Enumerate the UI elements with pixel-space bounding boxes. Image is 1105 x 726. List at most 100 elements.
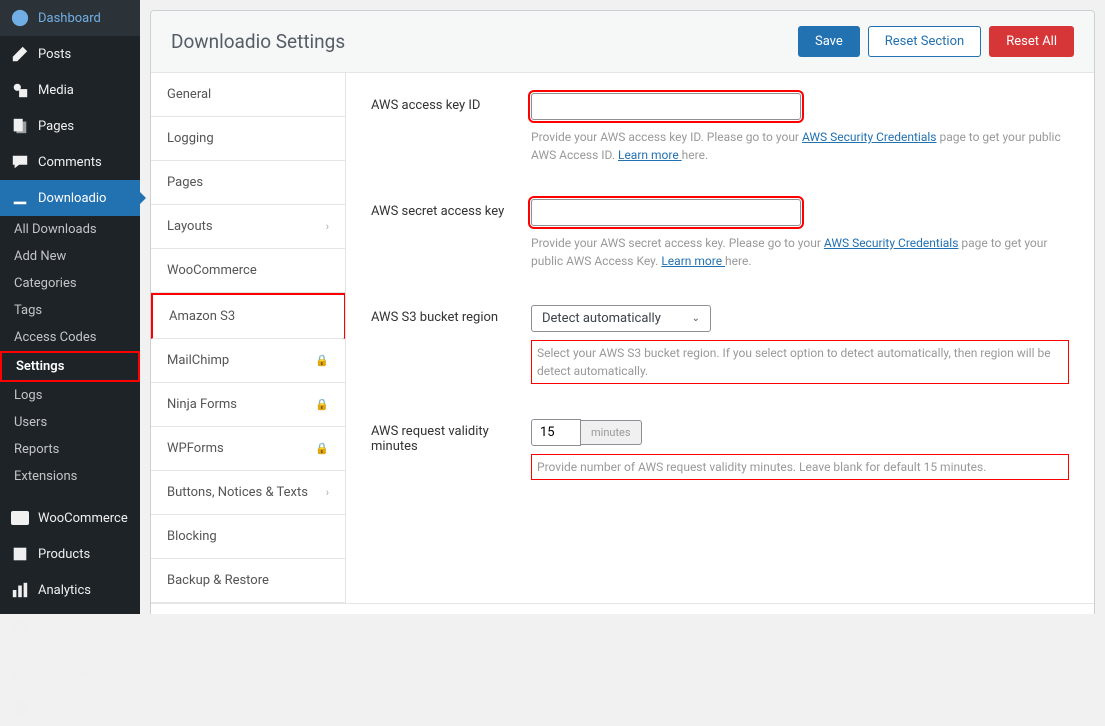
products-icon xyxy=(10,544,30,564)
chevron-down-icon: ⌄ xyxy=(692,313,700,324)
sidebar-item-comments[interactable]: Comments xyxy=(0,144,140,180)
validity-input[interactable] xyxy=(531,419,581,446)
tab-general[interactable]: General xyxy=(151,73,345,117)
learn-more-link[interactable]: Learn more xyxy=(618,148,682,162)
chevron-right-icon: › xyxy=(326,486,329,499)
help-text: Provide your AWS secret access key. Plea… xyxy=(531,234,1069,270)
brush-icon xyxy=(10,662,30,682)
settings-panel: Downloadio Settings Save Reset Section R… xyxy=(150,10,1095,614)
field-control: minutes Provide number of AWS request va… xyxy=(531,419,1069,480)
tab-label: Ninja Forms xyxy=(167,397,237,412)
lock-icon: 🔒 xyxy=(315,398,329,411)
field-label: AWS secret access key xyxy=(371,199,531,270)
sidebar-label: WooCommerce xyxy=(38,511,128,526)
field-access-key: AWS access key ID Provide your AWS acces… xyxy=(371,93,1069,164)
page-icon xyxy=(10,116,30,136)
reset-all-button[interactable]: Reset All xyxy=(989,26,1074,57)
sidebar-item-products[interactable]: Products xyxy=(0,536,140,572)
aws-credentials-link[interactable]: AWS Security Credentials xyxy=(824,236,959,250)
sidebar-item-pages[interactable]: Pages xyxy=(0,108,140,144)
field-control: Detect automatically⌄ Select your AWS S3… xyxy=(531,305,1069,384)
field-label: AWS access key ID xyxy=(371,93,531,164)
analytics-icon xyxy=(10,580,30,600)
panel-title: Downloadio Settings xyxy=(171,30,345,53)
sidebar-sub-extensions[interactable]: Extensions xyxy=(0,463,140,490)
tab-label: WPForms xyxy=(167,441,224,456)
sidebar-sub-reports[interactable]: Reports xyxy=(0,436,140,463)
sidebar-item-media[interactable]: Media xyxy=(0,72,140,108)
sidebar-item-woocommerce[interactable]: WooCommerce xyxy=(0,500,140,536)
chevron-right-icon: › xyxy=(326,220,329,233)
sidebar-label: Appearance xyxy=(38,665,107,680)
dashboard-icon xyxy=(10,8,30,28)
sidebar-sub-add-new[interactable]: Add New xyxy=(0,243,140,270)
sidebar-label: Marketing xyxy=(38,619,96,634)
marketing-icon xyxy=(10,616,30,636)
settings-tabs: General Logging Pages Layouts› WooCommer… xyxy=(151,73,346,603)
sidebar-item-marketing[interactable]: Marketing xyxy=(0,608,140,644)
sidebar-item-appearance[interactable]: Appearance xyxy=(0,654,140,690)
help-text: Provide number of AWS request validity m… xyxy=(531,454,1069,480)
tab-logging[interactable]: Logging xyxy=(151,117,345,161)
aws-credentials-link[interactable]: AWS Security Credentials xyxy=(802,130,937,144)
header-buttons: Save Reset Section Reset All xyxy=(798,26,1074,57)
tab-backup[interactable]: Backup & Restore xyxy=(151,559,345,603)
sidebar-label: Comments xyxy=(38,155,102,170)
sidebar-item-dashboard[interactable]: Dashboard xyxy=(0,0,140,36)
main-content: Downloadio Settings Save Reset Section R… xyxy=(140,0,1105,614)
tab-buttons-notices[interactable]: Buttons, Notices & Texts › xyxy=(151,471,345,515)
tab-blocking[interactable]: Blocking xyxy=(151,515,345,559)
save-button[interactable]: Save xyxy=(798,26,860,57)
sidebar-item-plugins[interactable]: Plugins xyxy=(0,690,140,726)
panel-header: Downloadio Settings Save Reset Section R… xyxy=(151,11,1094,73)
field-control: Provide your AWS access key ID. Please g… xyxy=(531,93,1069,164)
sidebar-sub-categories[interactable]: Categories xyxy=(0,270,140,297)
minutes-wrap: minutes xyxy=(531,419,642,446)
sidebar-sub-logs[interactable]: Logs xyxy=(0,382,140,409)
region-select[interactable]: Detect automatically ⌄ xyxy=(531,305,711,332)
lock-icon: 🔒 xyxy=(315,442,329,455)
tab-woocommerce[interactable]: WooCommerce xyxy=(151,249,345,293)
help-text: Provide your AWS access key ID. Please g… xyxy=(531,128,1069,164)
sidebar-sub-settings[interactable]: Settings xyxy=(0,351,140,382)
learn-more-link[interactable]: Learn more xyxy=(661,254,725,268)
tab-pages[interactable]: Pages xyxy=(151,161,345,205)
download-icon xyxy=(10,188,30,208)
sidebar-label: Pages xyxy=(38,119,74,134)
sidebar-label: Analytics xyxy=(38,583,91,598)
tab-amazon-s3[interactable]: Amazon S3 xyxy=(151,293,345,339)
minutes-suffix: minutes xyxy=(581,420,642,445)
woo-icon xyxy=(10,508,30,528)
tab-label: MailChimp xyxy=(167,353,229,368)
access-key-input[interactable] xyxy=(531,93,801,120)
tab-layouts[interactable]: Layouts› xyxy=(151,205,345,249)
media-icon xyxy=(10,80,30,100)
field-label: AWS S3 bucket region xyxy=(371,305,531,384)
reset-section-button[interactable]: Reset Section xyxy=(868,26,981,57)
lock-icon: 🔒 xyxy=(315,354,329,367)
secret-key-input[interactable] xyxy=(531,199,801,226)
sidebar-sub-all-downloads[interactable]: All Downloads xyxy=(0,216,140,243)
tab-mailchimp[interactable]: MailChimp 🔒 xyxy=(151,339,345,383)
field-region: AWS S3 bucket region Detect automaticall… xyxy=(371,305,1069,384)
sidebar-sub-tags[interactable]: Tags xyxy=(0,297,140,324)
sidebar-label: Media xyxy=(38,83,74,98)
tab-label: Buttons, Notices & Texts xyxy=(167,485,308,500)
sidebar-item-analytics[interactable]: Analytics xyxy=(0,572,140,608)
sidebar-sub-users[interactable]: Users xyxy=(0,409,140,436)
sidebar-label: Plugins xyxy=(38,701,81,716)
admin-sidebar: Dashboard Posts Media Pages Comments Dow… xyxy=(0,0,140,614)
sidebar-item-downloadio[interactable]: Downloadio xyxy=(0,180,140,216)
sidebar-label: Dashboard xyxy=(38,11,101,26)
select-value: Detect automatically xyxy=(542,311,661,326)
sidebar-sub-access-codes[interactable]: Access Codes xyxy=(0,324,140,351)
field-control: Provide your AWS secret access key. Plea… xyxy=(531,199,1069,270)
panel-footer: Save Reset Section Reset All xyxy=(151,603,1094,614)
sidebar-label: Products xyxy=(38,547,90,562)
field-secret-key: AWS secret access key Provide your AWS s… xyxy=(371,199,1069,270)
field-validity: AWS request validity minutes minutes Pro… xyxy=(371,419,1069,480)
tab-ninja-forms[interactable]: Ninja Forms 🔒 xyxy=(151,383,345,427)
tab-wpforms[interactable]: WPForms 🔒 xyxy=(151,427,345,471)
sidebar-item-posts[interactable]: Posts xyxy=(0,36,140,72)
sidebar-label: Downloadio xyxy=(38,191,106,206)
